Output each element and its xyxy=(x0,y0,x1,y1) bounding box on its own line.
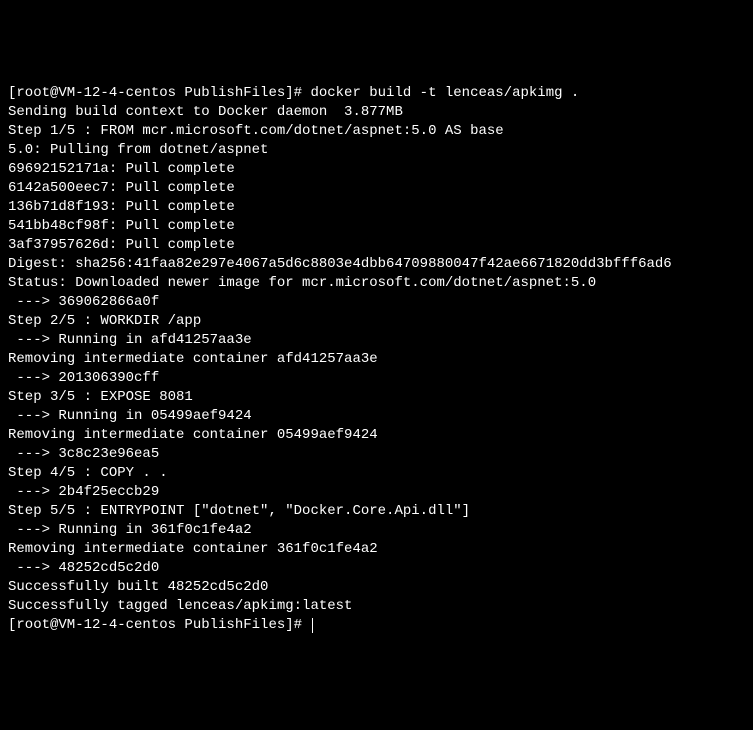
terminal-line: Step 1/5 : FROM mcr.microsoft.com/dotnet… xyxy=(8,122,745,141)
terminal-line: 5.0: Pulling from dotnet/aspnet xyxy=(8,141,745,160)
terminal-line: [root@VM-12-4-centos PublishFiles]# dock… xyxy=(8,84,745,103)
terminal-cursor xyxy=(312,618,313,633)
terminal-line: 136b71d8f193: Pull complete xyxy=(8,198,745,217)
terminal-line: ---> 48252cd5c2d0 xyxy=(8,559,745,578)
terminal-line: Removing intermediate container 361f0c1f… xyxy=(8,540,745,559)
terminal-line: 541bb48cf98f: Pull complete xyxy=(8,217,745,236)
terminal-output[interactable]: [root@VM-12-4-centos PublishFiles]# dock… xyxy=(8,84,745,635)
terminal-line: Digest: sha256:41faa82e297e4067a5d6c8803… xyxy=(8,255,745,274)
terminal-line: Step 4/5 : COPY . . xyxy=(8,464,745,483)
terminal-line: Sending build context to Docker daemon 3… xyxy=(8,103,745,122)
terminal-line: Successfully built 48252cd5c2d0 xyxy=(8,578,745,597)
terminal-line: ---> 2b4f25eccb29 xyxy=(8,483,745,502)
terminal-prompt: [root@VM-12-4-centos PublishFiles]# xyxy=(8,617,310,633)
terminal-line: Removing intermediate container 05499aef… xyxy=(8,426,745,445)
terminal-line: Step 5/5 : ENTRYPOINT ["dotnet", "Docker… xyxy=(8,502,745,521)
terminal-prompt-line: [root@VM-12-4-centos PublishFiles]# xyxy=(8,616,745,635)
terminal-line: ---> Running in 05499aef9424 xyxy=(8,407,745,426)
terminal-line: Step 2/5 : WORKDIR /app xyxy=(8,312,745,331)
terminal-line: 3af37957626d: Pull complete xyxy=(8,236,745,255)
terminal-line: ---> 369062866a0f xyxy=(8,293,745,312)
terminal-line: ---> 3c8c23e96ea5 xyxy=(8,445,745,464)
terminal-line: ---> Running in afd41257aa3e xyxy=(8,331,745,350)
terminal-line: Removing intermediate container afd41257… xyxy=(8,350,745,369)
terminal-line: ---> 201306390cff xyxy=(8,369,745,388)
terminal-line: ---> Running in 361f0c1fe4a2 xyxy=(8,521,745,540)
terminal-line: 69692152171a: Pull complete xyxy=(8,160,745,179)
terminal-line: 6142a500eec7: Pull complete xyxy=(8,179,745,198)
terminal-line: Status: Downloaded newer image for mcr.m… xyxy=(8,274,745,293)
terminal-line: Step 3/5 : EXPOSE 8081 xyxy=(8,388,745,407)
terminal-line: Successfully tagged lenceas/apkimg:lates… xyxy=(8,597,745,616)
